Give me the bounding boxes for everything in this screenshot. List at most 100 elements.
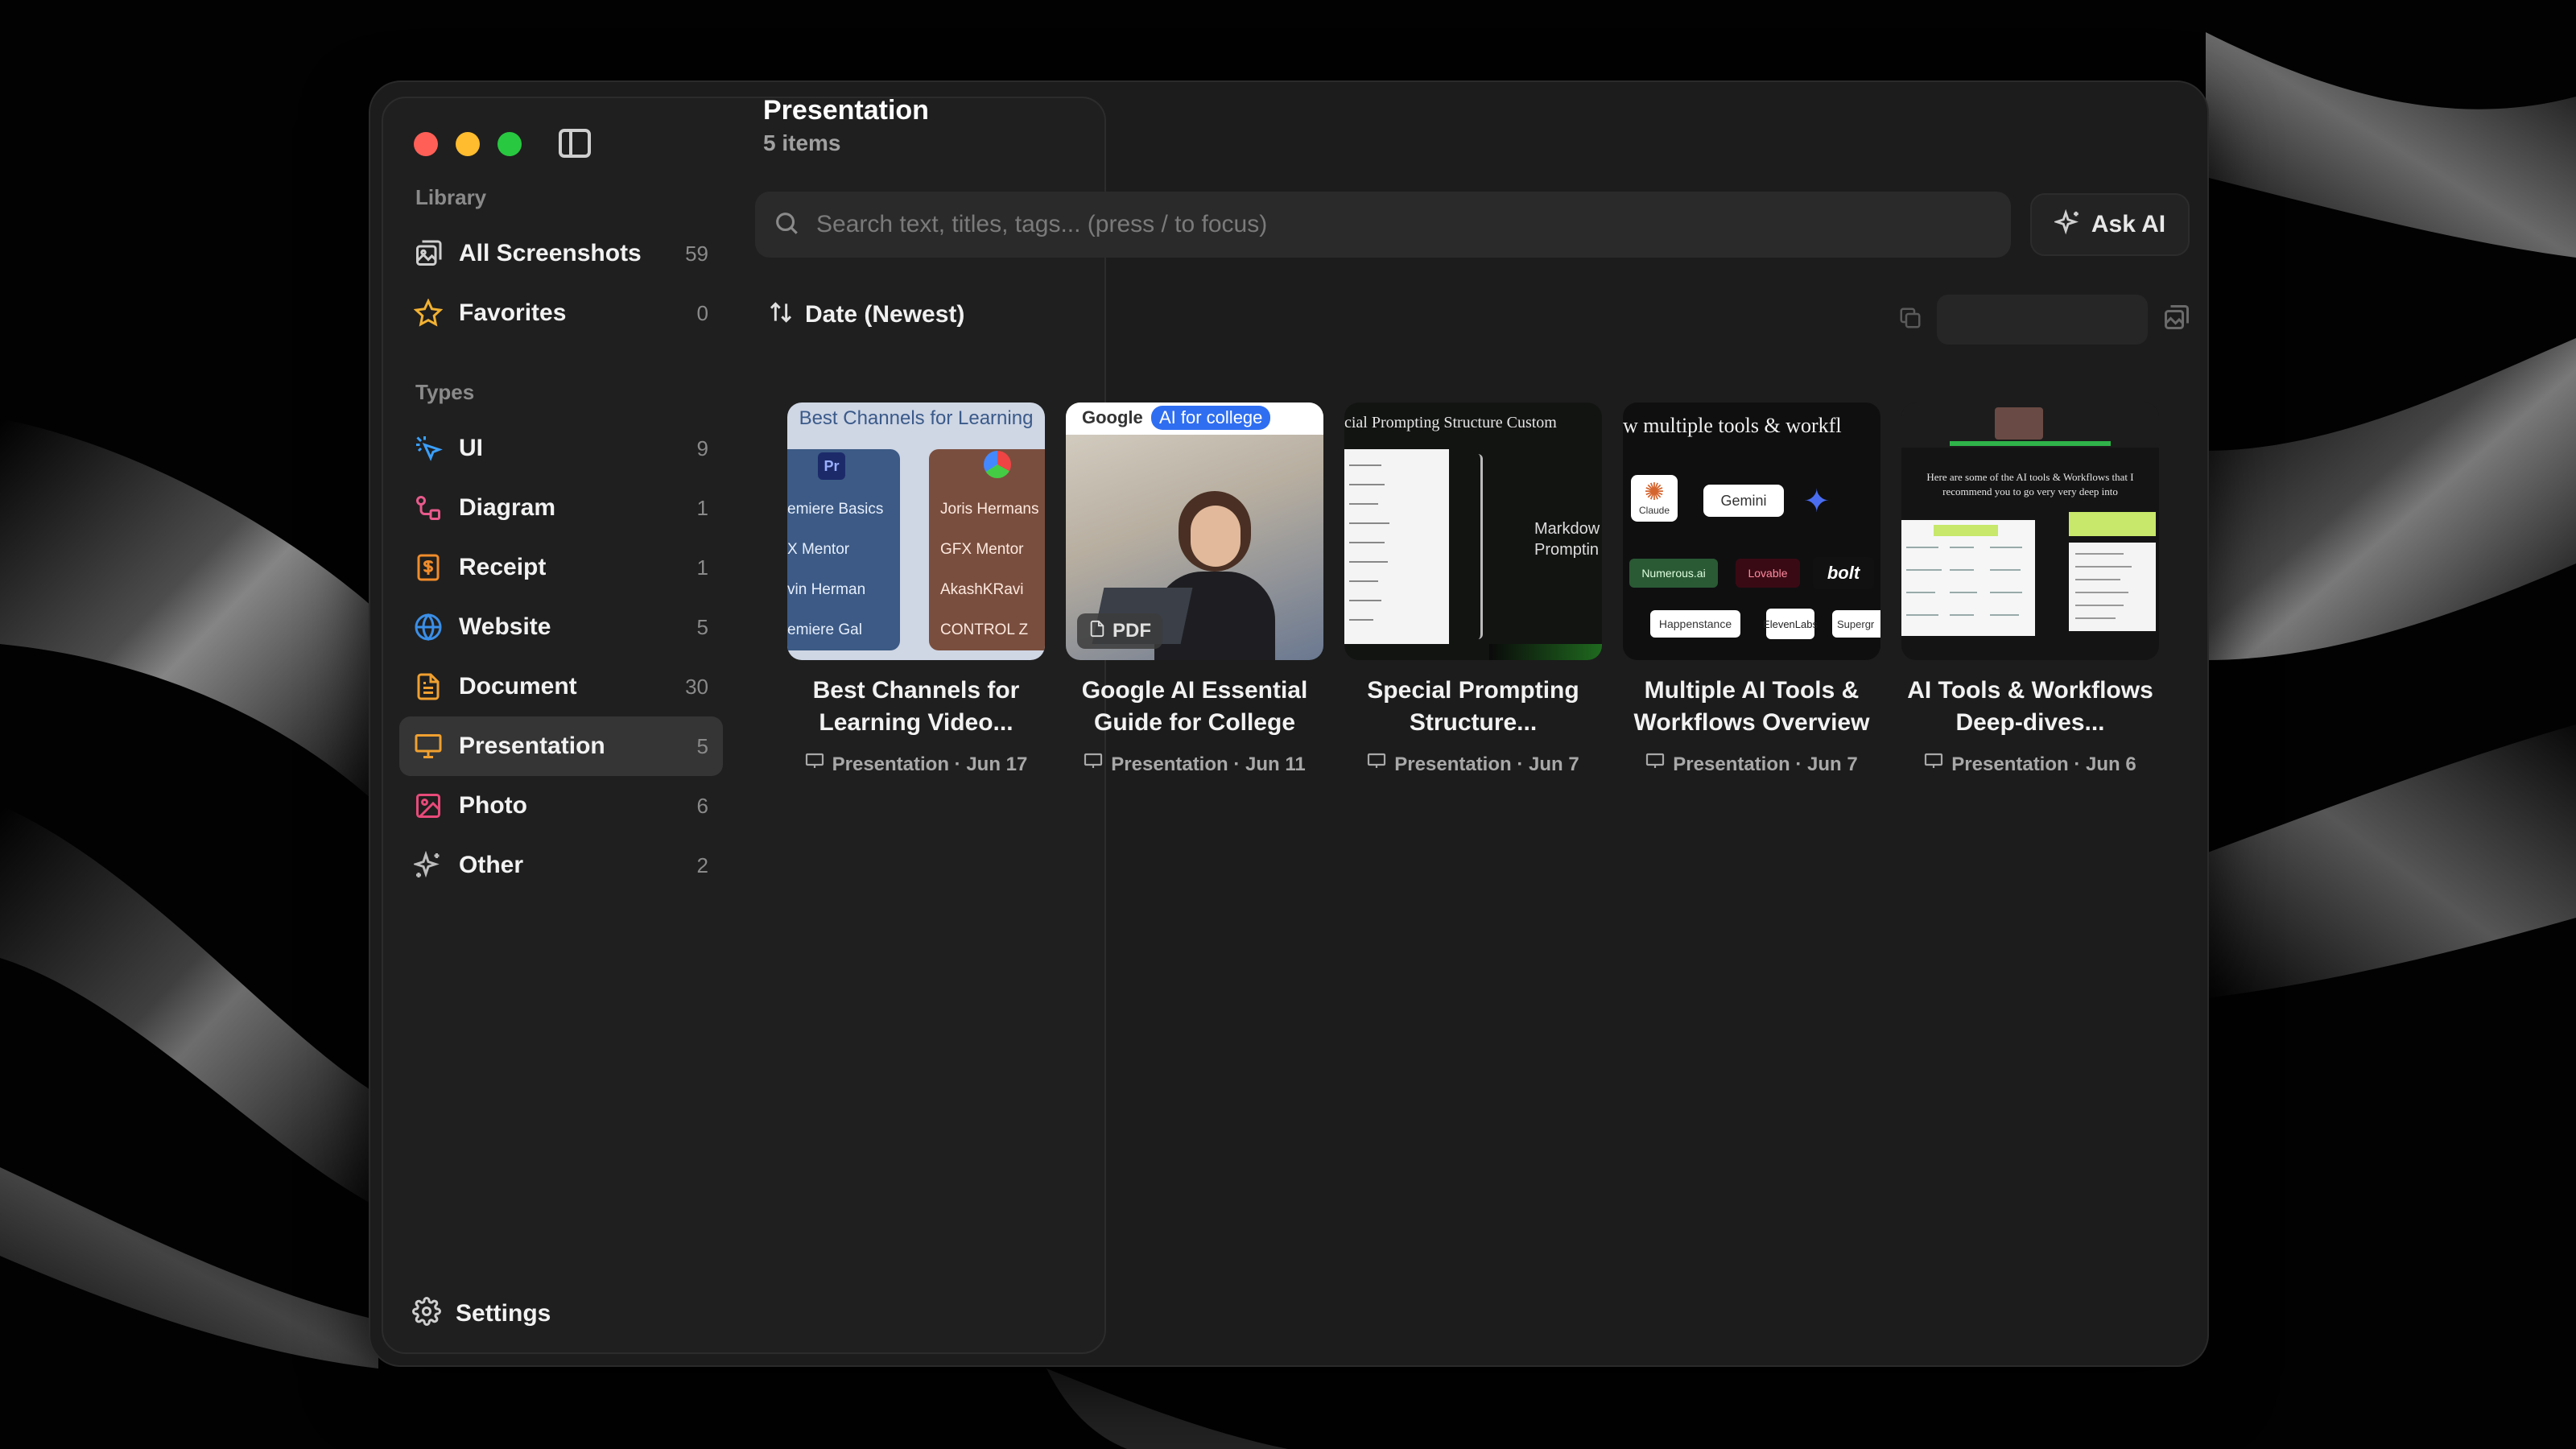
settings-button[interactable]: Settings: [412, 1297, 551, 1330]
sidebar-item-label: Website: [459, 613, 551, 640]
item-count-subtitle: 5 items: [763, 130, 841, 155]
thumb-table-image: [1901, 520, 2035, 636]
card-meta: Presentation · Jun 7: [1623, 752, 1880, 777]
thumb-tool-label: Supergr: [1837, 617, 1875, 630]
cursor-click-icon: [412, 432, 444, 464]
sidebar-item-label: Receipt: [459, 554, 547, 580]
sidebar-item-count: 1: [696, 495, 708, 520]
card-title-line: Multiple AI Tools &: [1644, 677, 1860, 704]
gallery-icon[interactable]: [2162, 303, 2191, 336]
thumb-tool-logo: Numerous.ai: [1629, 559, 1718, 588]
app-window: Library All Screenshots 59 Favorites 0 T…: [369, 80, 2209, 1367]
thumb-left-item: emiere Basics: [787, 501, 884, 518]
presentation-icon: [412, 730, 444, 762]
sidebar-item-ui[interactable]: UI 9: [399, 419, 723, 478]
thumb-tool-logo: ✦: [1803, 484, 1831, 519]
thumb-tool-logo: ElevenLabs: [1763, 609, 1818, 639]
maximize-window-button[interactable]: [497, 132, 522, 156]
sidebar-item-photo[interactable]: Photo 6: [399, 776, 723, 836]
toolbar-placeholder-control[interactable]: [1937, 295, 2148, 345]
presentation-icon: [1367, 752, 1386, 777]
thumb-right-item: CONTROL Z: [940, 621, 1029, 638]
card-thumbnail: cial Prompting Structure Custom Markdow …: [1344, 402, 1602, 660]
thumb-tool-logo: ✺ Claude: [1631, 475, 1678, 522]
thumb-bracket: [1478, 454, 1483, 639]
thumb-heading: Best Channels for Learning: [799, 407, 1034, 429]
card-meta: Presentation · Jun 11: [1066, 752, 1323, 777]
thumb-tool-logo: bolt: [1813, 557, 1874, 589]
thumb-tag: AI for college: [1151, 406, 1271, 430]
ask-ai-button[interactable]: Ask AI: [2030, 193, 2190, 256]
document-icon: [412, 671, 444, 703]
minimize-window-button[interactable]: [456, 132, 480, 156]
card-title-line: Best Channels for: [812, 677, 1020, 704]
document-icon: [1088, 620, 1106, 643]
thumb-tool-logo: Happenstance: [1650, 610, 1740, 638]
card-meta-text: Presentation · Jun 7: [1673, 753, 1858, 775]
screenshot-card[interactable]: cial Prompting Structure Custom Markdow …: [1344, 402, 1602, 777]
sidebar-item-count: 9: [696, 436, 708, 460]
pdf-label: PDF: [1113, 620, 1151, 642]
presentation-icon: [1084, 752, 1103, 777]
sidebar-item-other[interactable]: Other 2: [399, 836, 723, 895]
settings-label: Settings: [456, 1299, 551, 1327]
thumb-tool-label: Numerous.ai: [1641, 567, 1706, 580]
thumb-heading: Here are some of the AI tools & Workflow…: [1926, 471, 2134, 497]
gear-icon: [412, 1297, 441, 1330]
card-title-line: Deep-dives...: [1955, 709, 2105, 736]
thumb-gradient-bar: [1489, 644, 1602, 660]
sidebar-item-count: 1: [696, 555, 708, 580]
thumb-tool-logo: Gemini: [1703, 485, 1784, 517]
thumb-tool-logo: Supergr: [1832, 610, 1880, 638]
sidebar-item-label: Document: [459, 673, 577, 700]
presentation-icon: [1645, 752, 1665, 777]
sidebar-item-diagram[interactable]: Diagram 1: [399, 478, 723, 538]
screenshot-card[interactable]: Google AI for college PDF Google AI Esse…: [1066, 402, 1323, 777]
card-title: Multiple AI Tools & Workflows Overview: [1623, 675, 1880, 739]
sidebar-item-count: 6: [696, 793, 708, 818]
card-title-line: AI Tools & Workflows: [1907, 677, 2153, 704]
card-thumbnail: Best Channels for Learning Pr emiere Bas…: [787, 402, 1045, 660]
thumb-tool-label: bolt: [1827, 563, 1860, 583]
search-bar[interactable]: [755, 192, 2011, 258]
sidebar-toggle-icon[interactable]: [559, 129, 591, 158]
sidebar-item-label: Photo: [459, 792, 527, 819]
card-meta-text: Presentation · Jun 11: [1111, 753, 1306, 775]
card-title-line: Special Prompting: [1367, 677, 1579, 704]
card-title-line: Guide for College: [1093, 709, 1296, 736]
sidebar-item-label: Other: [459, 852, 524, 878]
sidebar-item-receipt[interactable]: Receipt 1: [399, 538, 723, 597]
screenshot-card[interactable]: Best Channels for Learning Pr emiere Bas…: [787, 402, 1045, 777]
thumb-side-text: Markdow Promptin: [1534, 520, 1600, 559]
sidebar-item-count: 5: [696, 614, 708, 639]
card-title-line: Workflows Overview: [1633, 709, 1870, 736]
sidebar-item-label: All Screenshots: [459, 240, 642, 266]
screenshot-card[interactable]: Here are some of the AI tools & Workflow…: [1901, 402, 2159, 777]
page-title: Presentation: [763, 95, 929, 126]
sidebar-item-count: 5: [696, 733, 708, 758]
screenshot-card[interactable]: w multiple tools & workfl ✺ Claude Gemini…: [1623, 402, 1880, 777]
sidebar-item-document[interactable]: Document 30: [399, 657, 723, 716]
close-window-button[interactable]: [414, 132, 438, 156]
window-controls: [414, 132, 522, 156]
card-meta-text: Presentation · Jun 7: [1394, 753, 1579, 775]
receipt-icon: [412, 551, 444, 584]
thumb-tool-label: Claude: [1638, 505, 1670, 516]
thumb-right-list: Joris Hermans GFX Mentor AkashKRavi CONT…: [940, 489, 1038, 650]
sidebar-item-favorites[interactable]: Favorites 0: [399, 283, 723, 343]
sidebar-item-all-screenshots[interactable]: All Screenshots 59: [399, 224, 723, 283]
sidebar-item-label: UI: [459, 435, 483, 461]
thumb-highlight: [2069, 512, 2156, 536]
copy-icon[interactable]: [1898, 306, 1922, 334]
ask-ai-label: Ask AI: [2091, 211, 2166, 237]
thumb-tool-label: Happenstance: [1658, 617, 1732, 630]
sort-dropdown[interactable]: Date (Newest): [768, 299, 964, 329]
sidebar-item-website[interactable]: Website 5: [399, 597, 723, 657]
card-title-line: Google AI Essential: [1081, 677, 1308, 704]
thumb-portrait-face: [1191, 506, 1241, 567]
card-title: Best Channels for Learning Video...: [787, 675, 1045, 739]
thumb-heading: w multiple tools & workfl: [1623, 414, 1842, 437]
sidebar-item-presentation[interactable]: Presentation 5: [399, 716, 723, 776]
search-input[interactable]: [816, 211, 1943, 238]
thumb-heading: cial Prompting Structure Custom: [1344, 414, 1557, 431]
